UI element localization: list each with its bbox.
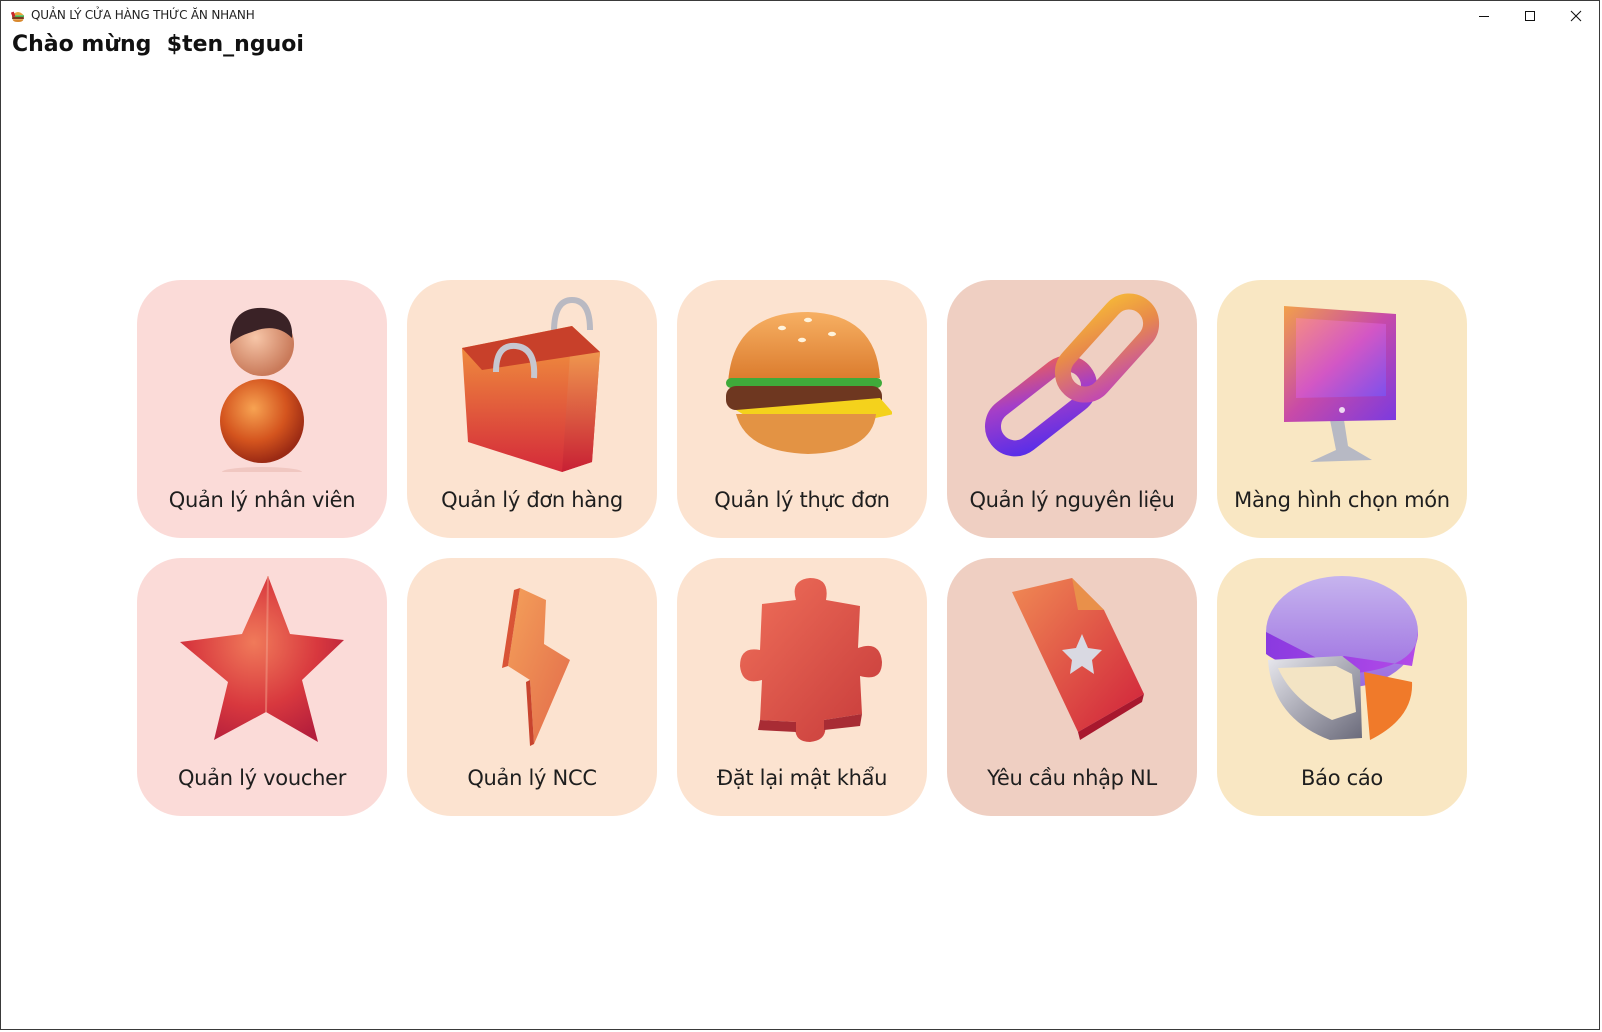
shopping-bag-3d-icon [462,296,600,472]
tile-label: Quản lý voucher [177,766,347,790]
close-icon [1570,10,1582,22]
monitor-3d-icon [1284,306,1396,462]
tile-order-management[interactable]: Quản lý đơn hàng [407,280,657,538]
tile-order-screen[interactable]: Màng hình chọn món [1217,280,1467,538]
minimize-button[interactable] [1461,1,1507,31]
tile-ingredient-request[interactable]: Yêu cầu nhập NL [947,558,1197,816]
tile-menu-management[interactable]: Quản lý thực đơn [677,280,927,538]
tile-label: Yêu cầu nhập NL [987,766,1157,790]
minimize-icon [1479,16,1489,17]
tile-reset-password[interactable]: Đặt lại mật khẩu [677,558,927,816]
maximize-button[interactable] [1507,1,1553,31]
lightning-3d-icon [502,588,570,746]
tile-label: Quản lý đơn hàng [441,488,623,512]
maximize-icon [1525,11,1535,21]
person-3d-icon [220,307,304,472]
tile-label: Quản lý nhân viên [168,488,356,512]
tile-ingredient-management[interactable]: Quản lý nguyên liệu [947,280,1197,538]
puzzle-piece-3d-icon [740,578,882,742]
tile-label: Màng hình chọn món [1234,488,1450,512]
tile-label: Báo cáo [1301,766,1383,790]
app-window: QUẢN LÝ CỬA HÀNG THỨC ĂN NHANH Chào mừng… [0,0,1600,1030]
pie-chart-3d-icon [1266,576,1418,740]
tile-report[interactable]: Báo cáo [1217,558,1467,816]
document-star-3d-icon [1012,578,1144,740]
burger-3d-icon [726,312,892,454]
tile-label: Quản lý NCC [467,766,597,790]
tile-voucher-management[interactable]: Quản lý voucher [137,558,387,816]
title-bar: QUẢN LÝ CỬA HÀNG THỨC ĂN NHANH [1,1,1599,31]
welcome-heading: Chào mừng $ten_nguoi [12,32,304,57]
user-name: $ten_nguoi [166,32,304,57]
close-button[interactable] [1553,1,1599,31]
tile-label: Quản lý nguyên liệu [969,488,1175,512]
star-3d-icon [180,575,344,742]
window-title: QUẢN LÝ CỬA HÀNG THỨC ĂN NHANH [31,8,255,22]
chain-link-3d-icon [984,293,1160,457]
tile-employee-management[interactable]: Quản lý nhân viên [137,280,387,538]
tile-label: Quản lý thực đơn [714,488,890,512]
greeting-prefix: Chào mừng [12,32,152,57]
tile-label: Đặt lại mật khẩu [716,766,888,790]
tile-supplier-management[interactable]: Quản lý NCC [407,558,657,816]
burger-app-icon [11,11,24,22]
